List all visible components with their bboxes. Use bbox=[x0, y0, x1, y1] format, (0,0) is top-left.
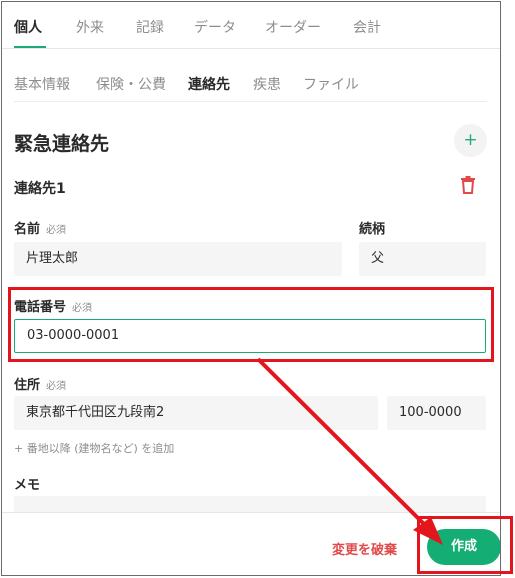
required-tag: 必須 bbox=[46, 225, 67, 236]
subtab-diseases[interactable]: 疾患 bbox=[253, 74, 281, 94]
create-highlight-box bbox=[417, 516, 513, 574]
tab-orders[interactable]: オーダー bbox=[265, 17, 321, 37]
postal-code-field[interactable]: 100-0000 bbox=[387, 396, 486, 430]
trash-icon[interactable] bbox=[460, 176, 476, 194]
tab-outpatient[interactable]: 外来 bbox=[76, 17, 104, 37]
name-field[interactable]: 片理太郎 bbox=[14, 242, 342, 276]
subtab-contacts[interactable]: 連絡先 bbox=[188, 74, 230, 94]
address-field[interactable]: 東京都千代田区九段南2 bbox=[14, 396, 378, 430]
name-label-text: 名前 bbox=[14, 222, 41, 237]
tab-records[interactable]: 記録 bbox=[136, 17, 164, 37]
subtab-divider bbox=[14, 101, 487, 102]
required-tag: 必須 bbox=[46, 381, 67, 392]
relation-field[interactable]: 父 bbox=[359, 242, 486, 276]
subtab-insurance[interactable]: 保険・公費 bbox=[96, 74, 166, 94]
tab-billing[interactable]: 会計 bbox=[353, 17, 381, 37]
address-label-text: 住所 bbox=[14, 378, 41, 393]
tab-data[interactable]: データ bbox=[194, 17, 236, 37]
memo-label: メモ bbox=[14, 478, 41, 493]
phone-highlight-box bbox=[8, 287, 494, 362]
add-address-detail-link[interactable]: + 番地以降 (建物名など) を追加 bbox=[14, 440, 174, 456]
active-tab-indicator bbox=[14, 46, 46, 48]
contact-title: 連絡先1 bbox=[14, 181, 66, 197]
address-label: 住所 必須 bbox=[14, 374, 66, 393]
top-tab-bar: 個人 外来 記録 データ オーダー 会計 bbox=[2, 2, 500, 49]
subtab-basic-info[interactable]: 基本情報 bbox=[14, 74, 70, 94]
subtab-files[interactable]: ファイル bbox=[303, 74, 359, 94]
add-contact-button[interactable]: + bbox=[454, 124, 487, 157]
section-title: 緊急連絡先 bbox=[14, 133, 110, 155]
relation-label: 続柄 bbox=[359, 222, 386, 237]
tab-personal[interactable]: 個人 bbox=[14, 17, 42, 37]
discard-changes-button[interactable]: 変更を破棄 bbox=[332, 539, 397, 558]
name-label: 名前 必須 bbox=[14, 218, 66, 237]
